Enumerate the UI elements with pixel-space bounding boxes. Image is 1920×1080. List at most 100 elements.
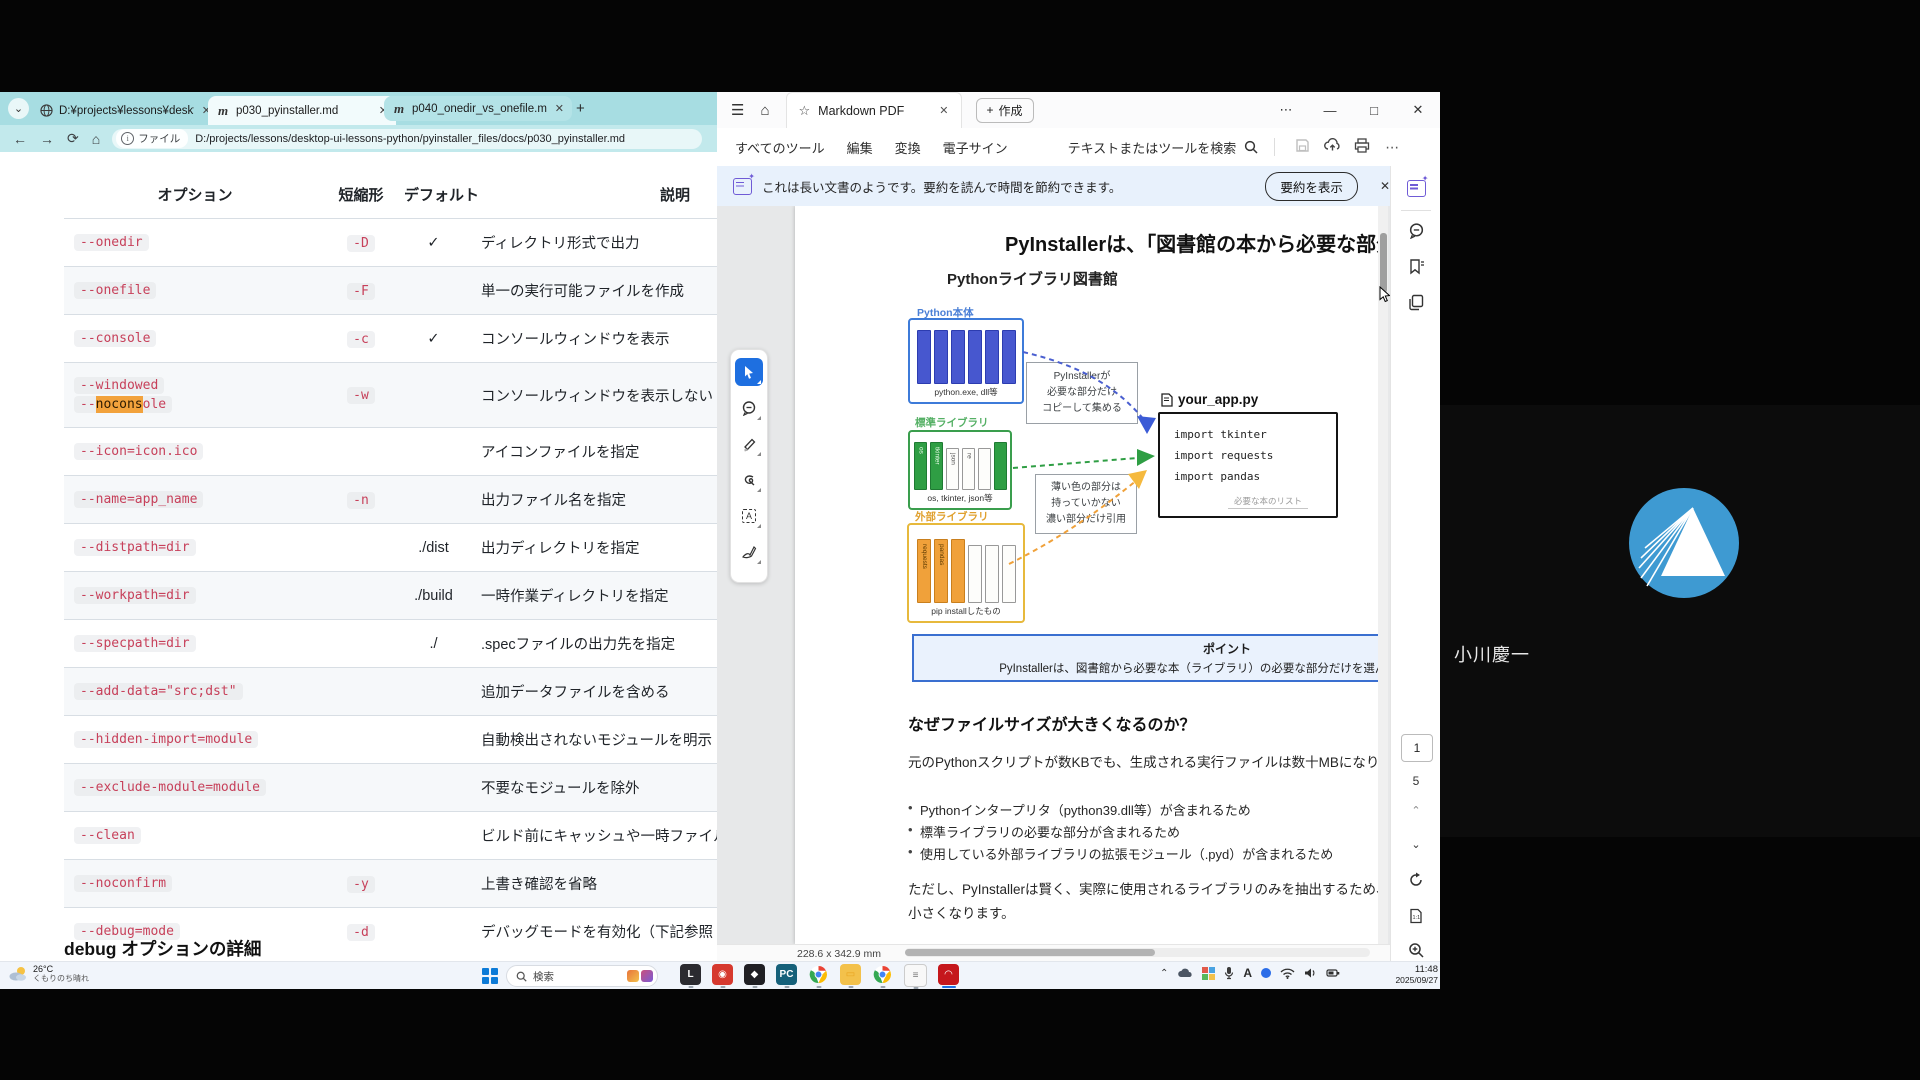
option-cell: --distpath=dir xyxy=(64,524,326,572)
book-spine xyxy=(1002,545,1016,603)
vertical-scrollbar[interactable] xyxy=(1378,206,1388,944)
page-thumbnails-icon[interactable] xyxy=(1391,294,1440,316)
system-tray[interactable]: ⌃ A xyxy=(1160,966,1340,980)
external-box: requestspandas pip installしたもの xyxy=(907,523,1025,623)
browser-tab[interactable]: mp030_pyinstaller.md✕ xyxy=(208,96,396,125)
tray-chevron-icon[interactable]: ⌃ xyxy=(1160,968,1168,979)
option-cell: --icon=icon.ico xyxy=(64,428,326,476)
draw-tool[interactable] xyxy=(735,466,763,494)
running-indicator xyxy=(688,986,693,989)
menu-item[interactable]: 変換 xyxy=(895,138,921,157)
ime-mode-icon[interactable]: A xyxy=(1243,966,1252,980)
search-tools[interactable]: テキストまたはツールを検索 xyxy=(1068,138,1259,157)
code-app-taskbar-icon[interactable]: PC xyxy=(776,964,797,985)
ai-assistant-panel-icon[interactable] xyxy=(1391,180,1440,202)
horizontal-scrollbar[interactable] xyxy=(905,948,1370,957)
print-icon[interactable] xyxy=(1347,138,1377,156)
option-cell: --hidden-import=module xyxy=(64,716,326,764)
tab-title: p040_onedir_vs_onefile.md xyxy=(412,103,547,115)
upload-cloud-icon[interactable] xyxy=(1317,138,1347,156)
point-box: ポイント PyInstallerは、図書館から必要な本（ライブラリ）の必要な部分… xyxy=(912,634,1378,682)
taskbar-clock[interactable]: 11:48 2025/09/27 xyxy=(1386,964,1438,986)
bookmarks-panel-icon[interactable] xyxy=(1391,258,1440,280)
highlight-tool[interactable] xyxy=(735,430,763,458)
page-up-icon[interactable]: ⌃ xyxy=(1391,804,1440,817)
minimize-icon[interactable]: — xyxy=(1308,103,1352,118)
tab-close-icon[interactable]: ✕ xyxy=(939,104,948,117)
actual-size-icon[interactable]: 1:1 xyxy=(1391,908,1440,930)
new-tab-button[interactable]: + xyxy=(576,100,585,117)
more-options-icon[interactable]: ⋯ xyxy=(1264,102,1308,118)
table-row: --exclude-module=module不要なモジュールを除外 xyxy=(64,764,717,812)
media-app-taskbar-icon[interactable]: ◉ xyxy=(712,964,733,985)
save-icon[interactable] xyxy=(1287,138,1317,156)
browser-tab[interactable]: D:¥projects¥lessons¥desktop-u✕ xyxy=(31,96,219,125)
document-tab[interactable]: ☆ Markdown PDF ✕ xyxy=(786,92,962,128)
clock-date: 2025/09/27 xyxy=(1386,975,1438,986)
short-code: -w xyxy=(347,387,375,404)
create-button[interactable]: + 作成 xyxy=(976,98,1034,123)
table-row: --console-c✓コンソールウィンドウを表示 xyxy=(64,315,717,363)
widgets-icon[interactable] xyxy=(1202,967,1215,980)
import-line: import pandas xyxy=(1174,466,1336,487)
page-down-icon[interactable]: ⌄ xyxy=(1391,838,1440,851)
chrome-taskbar-icon[interactable] xyxy=(808,964,829,985)
book-spine: pandas xyxy=(934,539,948,603)
option-code: --hidden-import=module xyxy=(74,731,258,748)
file-explorer-taskbar-icon[interactable]: ▭ xyxy=(840,964,861,985)
pen-battery-icon[interactable] xyxy=(1326,967,1340,979)
acrobat-taskbar-icon[interactable]: ◠ xyxy=(938,964,959,985)
reload-icon[interactable]: ⟳ xyxy=(67,130,79,147)
home-icon[interactable]: ⌂ xyxy=(92,131,100,147)
dark-app-taskbar-icon[interactable]: ◆ xyxy=(744,964,765,985)
select-tool[interactable] xyxy=(735,358,763,386)
wifi-icon[interactable] xyxy=(1280,968,1295,979)
app-box-note: 必要な本のリスト xyxy=(1228,495,1308,509)
notification-close-icon[interactable]: ✕ xyxy=(1380,179,1390,193)
running-indicator xyxy=(784,986,789,989)
onedrive-icon[interactable] xyxy=(1177,967,1193,979)
toolbar-more-icon[interactable]: ⋯ xyxy=(1377,139,1407,156)
textbox-tool[interactable]: A xyxy=(735,502,763,530)
capture-tool-taskbar-icon[interactable]: L xyxy=(680,964,701,985)
table-row: --onefile-F単一の実行可能ファイルを作成 xyxy=(64,267,717,315)
browser-app-taskbar-icon[interactable] xyxy=(872,964,893,985)
menu-item[interactable]: 電子サイン xyxy=(943,138,1008,157)
rotate-refresh-icon[interactable] xyxy=(1391,872,1440,893)
tab-search-chevron-icon[interactable]: ⌄ xyxy=(8,98,29,119)
current-page-input[interactable]: 1 xyxy=(1401,734,1433,762)
close-icon[interactable]: ✕ xyxy=(1396,102,1440,118)
taskbar-search[interactable]: 検索 xyxy=(506,965,658,987)
maximize-icon[interactable]: □ xyxy=(1352,103,1396,118)
file-protocol-badge[interactable]: i ファイル xyxy=(116,129,188,148)
start-button[interactable] xyxy=(482,968,498,984)
volume-icon[interactable] xyxy=(1304,967,1317,979)
option-code: --windowed xyxy=(74,377,164,394)
taskbar-weather-widget[interactable]: 26°C くもりのち晴れ xyxy=(8,964,89,984)
running-indicator xyxy=(913,987,918,990)
short-cell xyxy=(326,428,396,476)
menu-item[interactable]: 編集 xyxy=(847,138,873,157)
short-cell xyxy=(326,668,396,716)
menu-item[interactable]: すべてのツール xyxy=(735,138,825,157)
zoom-in-icon[interactable] xyxy=(1391,942,1440,962)
mic-icon[interactable] xyxy=(1224,966,1234,980)
star-icon[interactable]: ☆ xyxy=(799,103,811,119)
acrobat-home-icon[interactable]: ⌂ xyxy=(760,102,769,119)
browser-tab[interactable]: mp040_onedir_vs_onefile.md✕ xyxy=(384,96,572,121)
back-icon[interactable]: ← xyxy=(13,131,27,147)
hamburger-menu-icon[interactable]: ☰ xyxy=(731,101,744,119)
address-input[interactable]: i ファイル D:/projects/lessons/desktop-ui-le… xyxy=(112,129,702,149)
comments-panel-icon[interactable] xyxy=(1391,222,1440,244)
option-cell: --exclude-module=module xyxy=(64,764,326,812)
forward-icon[interactable]: → xyxy=(40,131,54,147)
scrollbar-thumb[interactable] xyxy=(1380,233,1387,293)
tab-close-icon[interactable]: ✕ xyxy=(555,102,564,115)
notepad-taskbar-icon[interactable]: ≡ xyxy=(904,964,927,987)
acrobat-right-sidebar: 1 5 ⌃ ⌄ 1:1 xyxy=(1390,166,1440,962)
comment-tool[interactable] xyxy=(735,394,763,422)
show-summary-button[interactable]: 要約を表示 xyxy=(1265,172,1358,201)
fill-sign-tool[interactable] xyxy=(735,538,763,566)
hscrollbar-thumb[interactable] xyxy=(905,949,1155,956)
spine-label: pandas xyxy=(937,544,944,565)
